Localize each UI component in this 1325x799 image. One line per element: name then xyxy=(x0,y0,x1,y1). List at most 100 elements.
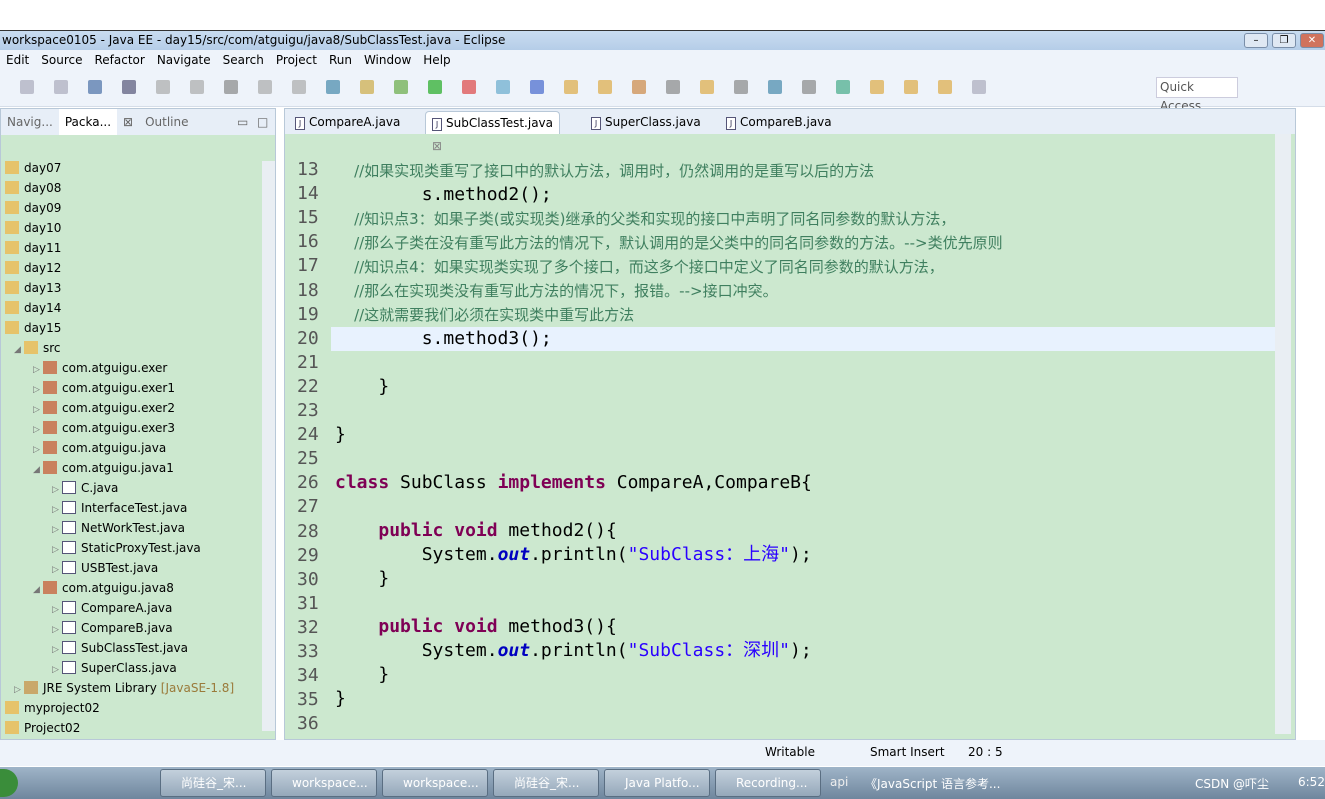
code-line[interactable]: System.out.println("SubClass：深圳"); xyxy=(335,639,812,663)
taskbar-item[interactable]: workspace... xyxy=(382,769,488,797)
tree-item[interactable]: ▷ com.atguigu.exer2 xyxy=(33,398,175,418)
collapsed-arrow-icon[interactable]: ▷ xyxy=(52,620,62,640)
collapsed-arrow-icon[interactable]: ▷ xyxy=(52,520,62,540)
expanded-arrow-icon[interactable]: ◢ xyxy=(33,580,43,600)
code-line[interactable]: //这就需要我们必须在实现类中重写此方法 xyxy=(335,303,634,327)
tree-item[interactable]: ▷ NetWorkTest.java xyxy=(52,518,185,538)
toolbar-button-icon[interactable] xyxy=(428,80,442,94)
code-line[interactable]: System.out.println("SubClass：上海"); xyxy=(335,543,812,567)
tree-item[interactable]: ▷ com.atguigu.exer3 xyxy=(33,418,175,438)
collapsed-arrow-icon[interactable]: ▷ xyxy=(52,480,62,500)
collapsed-arrow-icon[interactable]: ▷ xyxy=(52,660,62,680)
tab-comparea[interactable]: J CompareA.java xyxy=(289,111,400,134)
collapsed-arrow-icon[interactable]: ▷ xyxy=(33,440,43,460)
toolbar-button-icon[interactable] xyxy=(394,80,408,94)
scrollbar[interactable] xyxy=(262,161,275,731)
code-line[interactable]: s.method2(); xyxy=(335,183,552,207)
close-button[interactable]: ✕ xyxy=(1300,33,1324,48)
taskbar-item[interactable]: workspace... xyxy=(271,769,377,797)
menu-run[interactable]: Run xyxy=(323,50,358,71)
toolbar-button-icon[interactable] xyxy=(802,80,816,94)
taskbar-item[interactable]: 尚硅谷_宋... xyxy=(160,769,266,797)
tree-item[interactable]: ▷ InterfaceTest.java xyxy=(52,498,187,518)
tree-item[interactable]: ◢ com.atguigu.java8 xyxy=(33,578,174,598)
tree-item[interactable]: ▷ com.atguigu.exer xyxy=(33,358,167,378)
tree-item[interactable]: day13 xyxy=(0,278,61,298)
tree-item[interactable]: myproject02 xyxy=(0,698,100,718)
code-line[interactable]: public void method3(){ xyxy=(335,615,616,639)
toolbar-button-icon[interactable] xyxy=(360,80,374,94)
tree-item[interactable]: ▷ StaticProxyTest.java xyxy=(52,538,201,558)
menu-search[interactable]: Search xyxy=(217,50,270,71)
quick-access-input[interactable]: Quick Access xyxy=(1156,77,1238,113)
collapsed-arrow-icon[interactable]: ▷ xyxy=(33,380,43,400)
code-line[interactable]: //如果实现类重写了接口中的默认方法，调用时，仍然调用的是重写以后的方法 xyxy=(335,159,874,183)
tree-item[interactable]: ▷ com.atguigu.java xyxy=(33,438,166,458)
tree-item[interactable]: day09 xyxy=(0,198,61,218)
toolbar-button-icon[interactable] xyxy=(122,80,136,94)
collapsed-arrow-icon[interactable]: ▷ xyxy=(33,400,43,420)
code-line[interactable]: //那么在实现类没有重写此方法的情况下，报错。-->接口冲突。 xyxy=(335,279,778,303)
menu-navigate[interactable]: Navigate xyxy=(151,50,217,71)
collapsed-arrow-icon[interactable]: ▷ xyxy=(14,680,24,700)
menu-window[interactable]: Window xyxy=(358,50,417,71)
toolbar-button-icon[interactable] xyxy=(496,80,510,94)
toolbar-button-icon[interactable] xyxy=(190,80,204,94)
collapsed-arrow-icon[interactable]: ▷ xyxy=(33,420,43,440)
code-line[interactable]: } xyxy=(335,663,389,687)
toolbar-button-icon[interactable] xyxy=(904,80,918,94)
code-line[interactable]: } xyxy=(335,567,389,591)
tree-item[interactable]: ▷ com.atguigu.exer1 xyxy=(33,378,175,398)
collapsed-arrow-icon[interactable]: ▷ xyxy=(52,600,62,620)
tree-item[interactable]: day08 xyxy=(0,178,61,198)
toolbar-button-icon[interactable] xyxy=(54,80,68,94)
code-line[interactable]: //知识点4：如果实现类实现了多个接口，而这多个接口中定义了同名同参数的默认方法… xyxy=(335,255,944,279)
taskbar-item[interactable]: 《JavaScript 语言参考... xyxy=(865,775,1025,792)
tree-item[interactable]: ▷ CompareA.java xyxy=(52,598,172,618)
taskbar-item[interactable]: 尚硅谷_宋... xyxy=(493,769,599,797)
menu-project[interactable]: Project xyxy=(270,50,323,71)
code-line[interactable]: //那么子类在没有重写此方法的情况下，默认调用的是父类中的同名同参数的方法。--… xyxy=(335,231,1003,255)
maximize-button[interactable]: ❐ xyxy=(1272,33,1296,48)
tree-item[interactable]: Project02 xyxy=(0,718,80,738)
toolbar-button-icon[interactable] xyxy=(292,80,306,94)
tree-item[interactable]: day11 xyxy=(0,238,61,258)
tab-navigator[interactable]: Navig... xyxy=(1,109,59,135)
close-icon[interactable]: ⊠ xyxy=(117,109,139,135)
tree-item[interactable]: ▷ USBTest.java xyxy=(52,558,158,578)
toolbar-button-icon[interactable] xyxy=(734,80,748,94)
start-button[interactable] xyxy=(0,769,18,797)
code-line[interactable]: //知识点3：如果子类(或实现类)继承的父类和实现的接口中声明了同名同参数的默认… xyxy=(335,207,955,231)
menu-edit[interactable]: Edit xyxy=(0,50,35,71)
toolbar-button-icon[interactable] xyxy=(632,80,646,94)
toolbar-button-icon[interactable] xyxy=(666,80,680,94)
minimize-button[interactable]: – xyxy=(1244,33,1268,48)
tab-outline[interactable]: Outline xyxy=(139,109,194,135)
collapsed-arrow-icon[interactable]: ▷ xyxy=(52,640,62,660)
toolbar-button-icon[interactable] xyxy=(972,80,986,94)
toolbar-button-icon[interactable] xyxy=(768,80,782,94)
tab-subclasstest[interactable]: J SubClassTest.java ⊠ xyxy=(425,111,560,153)
tree-item[interactable]: day12 xyxy=(0,258,61,278)
toolbar-button-icon[interactable] xyxy=(326,80,340,94)
toolbar-button-icon[interactable] xyxy=(564,80,578,94)
code-line[interactable]: } xyxy=(335,687,346,711)
code-line[interactable]: } xyxy=(335,423,346,447)
collapsed-arrow-icon[interactable]: ▷ xyxy=(52,540,62,560)
toolbar-button-icon[interactable] xyxy=(870,80,884,94)
toolbar-button-icon[interactable] xyxy=(156,80,170,94)
tree-item[interactable]: day07 xyxy=(0,158,61,178)
menu-help[interactable]: Help xyxy=(417,50,456,71)
tree-item[interactable]: ▷ CompareB.java xyxy=(52,618,173,638)
vertical-scrollbar[interactable] xyxy=(1275,134,1291,734)
close-tab-icon[interactable]: ⊠ xyxy=(432,139,442,153)
tree-item[interactable]: ▷ SubClassTest.java xyxy=(52,638,188,658)
tree-item[interactable]: day10 xyxy=(0,218,61,238)
tree-item[interactable]: ▷ JRE System Library [JavaSE-1.8] xyxy=(14,678,234,698)
tab-superclass[interactable]: J SuperClass.java xyxy=(585,111,701,134)
code-line[interactable]: s.method3(); xyxy=(335,327,552,351)
code-line[interactable]: public void method2(){ xyxy=(335,519,616,543)
tree-item[interactable]: ▷ SuperClass.java xyxy=(52,658,177,678)
taskbar-item[interactable]: Java Platfo... xyxy=(604,769,710,797)
toolbar-button-icon[interactable] xyxy=(462,80,476,94)
